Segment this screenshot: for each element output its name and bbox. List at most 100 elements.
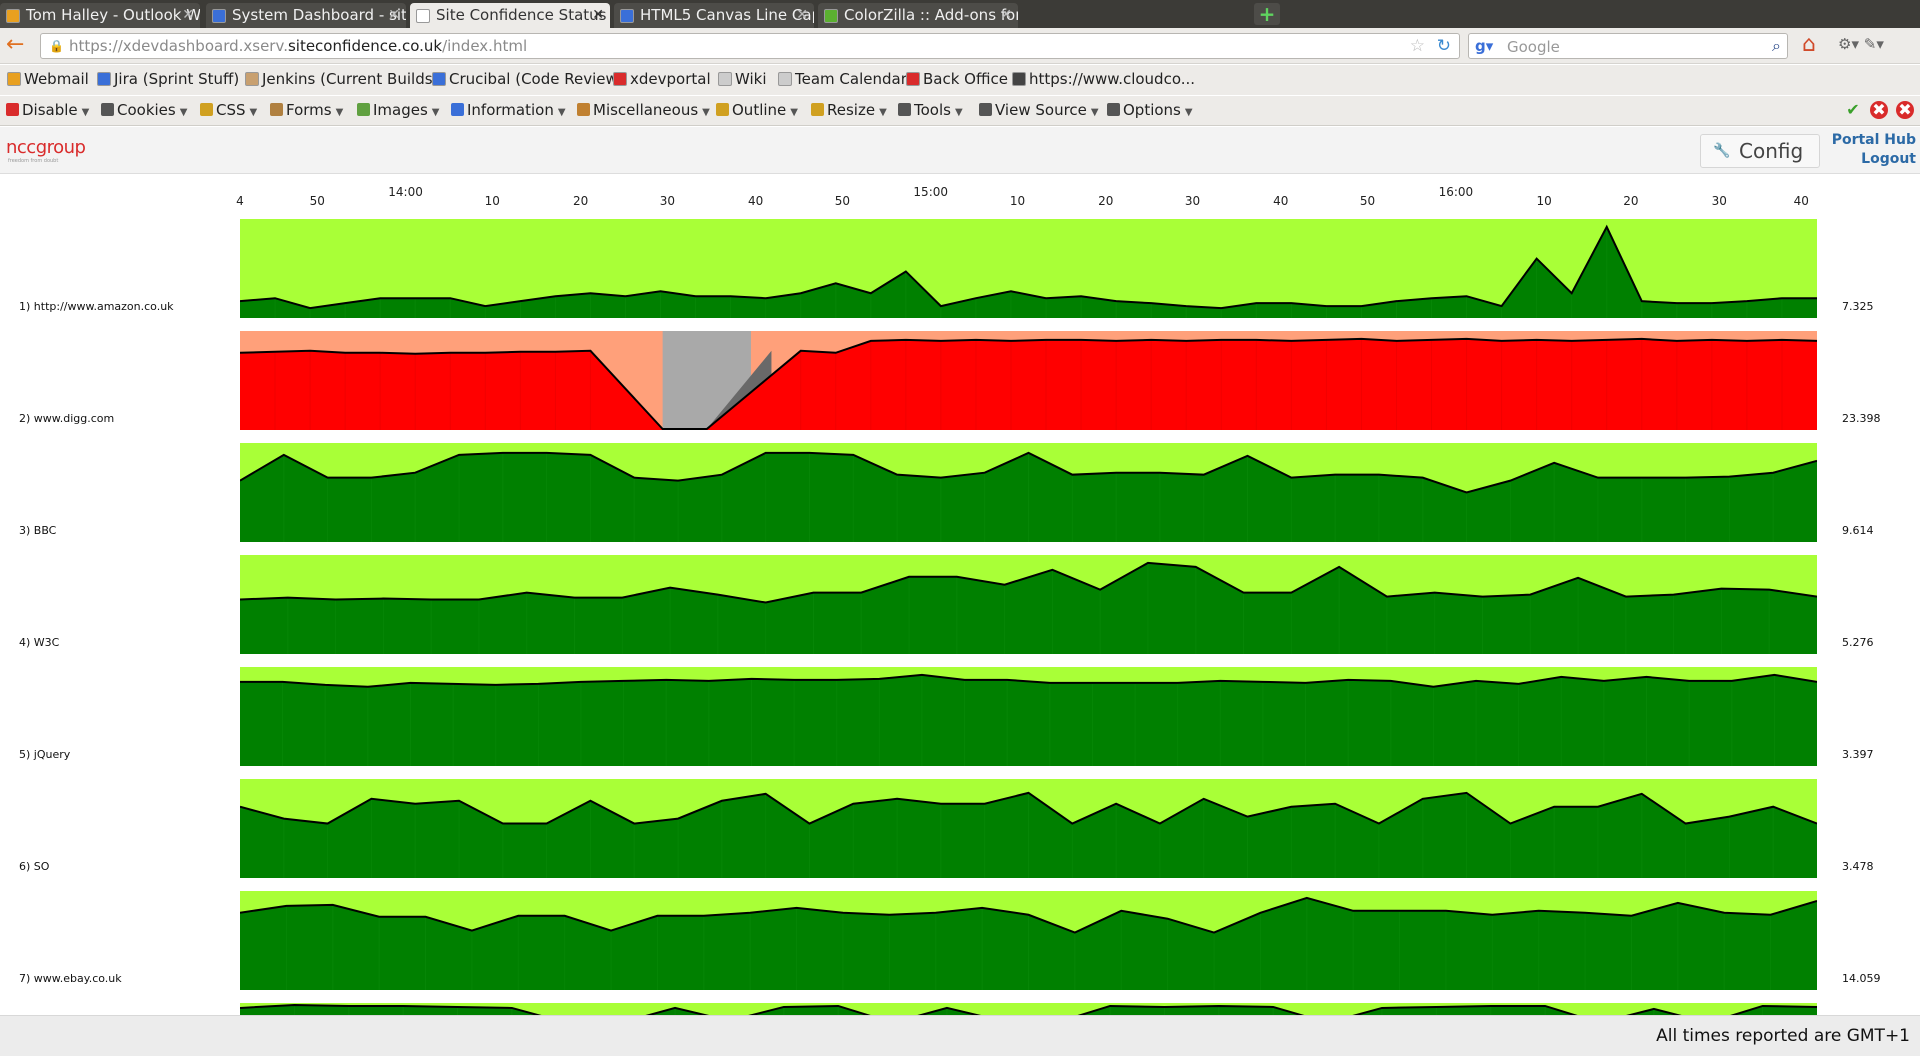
bookmark-label: Jenkins (Current Builds) [262, 70, 439, 88]
bookmark-icon [613, 72, 627, 86]
js-error-icon[interactable]: ✖ [1896, 101, 1914, 119]
monitor-label[interactable]: 1) http://www.amazon.co.uk [19, 300, 174, 313]
tab-close-icon[interactable]: ✕ [182, 3, 194, 28]
devtool-menu[interactable]: Information ▼ [451, 101, 566, 119]
monitor-chart[interactable] [240, 891, 1817, 990]
devtool-menu[interactable]: Outline ▼ [716, 101, 798, 119]
bookmark-icon [245, 72, 259, 86]
monitor-label[interactable]: 5) jQuery [19, 748, 70, 761]
devtool-menu[interactable]: Tools ▼ [898, 101, 963, 119]
monitor-chart[interactable] [240, 443, 1817, 542]
logout-link[interactable]: Logout [1861, 151, 1916, 167]
bookmark-item[interactable]: xdevportal [613, 70, 711, 88]
chevron-down-icon: ▼ [790, 107, 798, 118]
monitor-value: 3.397 [1842, 748, 1874, 761]
monitor-row[interactable]: 4) W3C 5.276 [0, 551, 1920, 654]
devtool-menu[interactable]: Forms ▼ [270, 101, 343, 119]
devtool-menu[interactable]: Cookies ▼ [101, 101, 187, 119]
monitor-chart[interactable] [240, 219, 1817, 318]
chevron-down-icon: ▼ [249, 107, 258, 118]
devtool-menu[interactable]: Options ▼ [1107, 101, 1193, 119]
devtool-menu[interactable]: View Source ▼ [979, 101, 1099, 119]
bookmark-item[interactable]: Crucibal (Code Review) [432, 70, 624, 88]
config-button[interactable]: 🔧 Config [1700, 134, 1820, 168]
bookmark-item[interactable]: Jenkins (Current Builds) [245, 70, 438, 88]
search-icon[interactable]: ⌕ [1772, 36, 1781, 56]
bookmark-label: Webmail [24, 70, 89, 88]
devtool-menu[interactable]: Miscellaneous ▼ [577, 101, 710, 119]
devtool-icon [270, 103, 283, 116]
monitor-chart[interactable] [240, 1003, 1817, 1015]
tab-label: Site Confidence Status Das... [436, 6, 610, 24]
portal-hub-link[interactable]: Portal Hub [1832, 132, 1916, 148]
monitor-label[interactable]: 7) www.ebay.co.uk [19, 972, 122, 985]
devtool-menu[interactable]: CSS ▼ [200, 101, 257, 119]
devtool-menu[interactable]: Resize ▼ [811, 101, 887, 119]
tab-label: System Dashboard - sitecon... [232, 6, 406, 24]
monitor-label[interactable]: 2) www.digg.com [19, 412, 114, 425]
bookmark-item[interactable]: Jira (Sprint Stuff) [97, 70, 239, 88]
monitor-chart[interactable] [240, 331, 1817, 430]
browser-tab[interactable]: HTML5 Canvas Line Cap Tut...✕ [614, 3, 814, 28]
monitor-chart[interactable] [240, 779, 1817, 878]
monitor-row[interactable]: 2) www.digg.com 23.398 [0, 327, 1920, 430]
bookmark-item[interactable]: Back Office [906, 70, 1008, 88]
reload-icon[interactable]: ↻ [1437, 36, 1451, 56]
browser-tab[interactable]: Tom Halley - Outlook Web ...✕ [0, 3, 200, 28]
bookmark-item[interactable]: https://www.cloudco... [1012, 70, 1195, 88]
new-tab-button[interactable]: + [1254, 3, 1280, 25]
css-valid-icon[interactable]: ✔ [1844, 101, 1862, 119]
tab-close-icon[interactable]: ✕ [1000, 3, 1012, 28]
tab-close-icon[interactable]: ✕ [796, 3, 808, 28]
monitor-row[interactable]: 3) BBC 9.614 [0, 439, 1920, 542]
bookmark-star-icon[interactable]: ☆ [1410, 36, 1425, 56]
devtool-icon [577, 103, 590, 116]
web-developer-toolbar: ✔ ✖ ✖ Disable ▼ Cookies ▼ CSS ▼ Forms ▼ Images ▼ Inf… [0, 96, 1920, 126]
monitor-chart[interactable] [240, 555, 1817, 654]
bookmark-label: xdevportal [630, 70, 711, 88]
devtool-menu[interactable]: Images ▼ [357, 101, 440, 119]
minute-tick-label: 10 [1536, 194, 1552, 208]
minute-tick-label: 20 [1098, 194, 1114, 208]
monitor-row[interactable]: 7) www.ebay.co.uk 14.059 [0, 887, 1920, 990]
tab-favicon-icon [212, 9, 226, 23]
monitor-label[interactable]: 4) W3C [19, 636, 59, 649]
monitor-value: 7.325 [1842, 300, 1874, 313]
hour-tick-label: 16:00 [1438, 185, 1474, 199]
monitor-label[interactable]: 6) SO [19, 860, 49, 873]
devtool-label: View Source [995, 101, 1087, 119]
devtool-icon [1107, 103, 1120, 116]
html-error-icon[interactable]: ✖ [1870, 101, 1888, 119]
bookmark-label: Team Calendar [795, 70, 907, 88]
tab-close-icon[interactable]: ✕ [592, 3, 604, 28]
bookmark-item[interactable]: Webmail [7, 70, 89, 88]
devtool-icon [716, 103, 729, 116]
search-bar[interactable]: g▾ Google ⌕ [1468, 33, 1788, 59]
back-arrow-icon[interactable]: ← [6, 34, 30, 57]
monitor-row[interactable]: 5) jQuery 3.397 [0, 663, 1920, 766]
google-engine-icon[interactable]: g▾ [1475, 37, 1493, 55]
home-icon[interactable]: ⌂ [1802, 33, 1816, 57]
minute-tick-label: 4 [236, 194, 244, 208]
bookmark-label: https://www.cloudco... [1029, 70, 1196, 88]
monitor-chart[interactable] [240, 667, 1817, 766]
browser-tab[interactable]: Site Confidence Status Das...✕ [410, 3, 610, 28]
extensions-menu-icon[interactable]: ⚙▾ ✎▾ [1838, 35, 1884, 53]
monitor-row[interactable]: 6) SO 3.478 [0, 775, 1920, 878]
minute-tick-label: 40 [1793, 194, 1809, 208]
browser-tab[interactable]: ColorZilla :: Add-ons for Fir...✕ [818, 3, 1018, 28]
devtool-menu[interactable]: Disable ▼ [6, 101, 89, 119]
devtool-icon [101, 103, 114, 116]
url-bar[interactable]: 🔒 https://xdevdashboard.xserv.siteconfid… [40, 33, 1460, 59]
minute-tick-label: 50 [1359, 194, 1376, 208]
monitor-row[interactable]: 8) [0, 999, 1920, 1015]
bookmark-item[interactable]: Wiki [718, 70, 767, 88]
chevron-down-icon: ▼ [557, 107, 566, 118]
monitor-row[interactable]: 1) http://www.amazon.co.uk 7.325 [0, 215, 1920, 318]
browser-tab[interactable]: System Dashboard - sitecon...✕ [206, 3, 406, 28]
devtool-icon [200, 103, 213, 116]
bookmark-item[interactable]: Team Calendar [778, 70, 907, 88]
monitor-value: 23.398 [1842, 412, 1881, 425]
monitor-label[interactable]: 3) BBC [19, 524, 56, 537]
tab-close-icon[interactable]: ✕ [388, 3, 400, 28]
